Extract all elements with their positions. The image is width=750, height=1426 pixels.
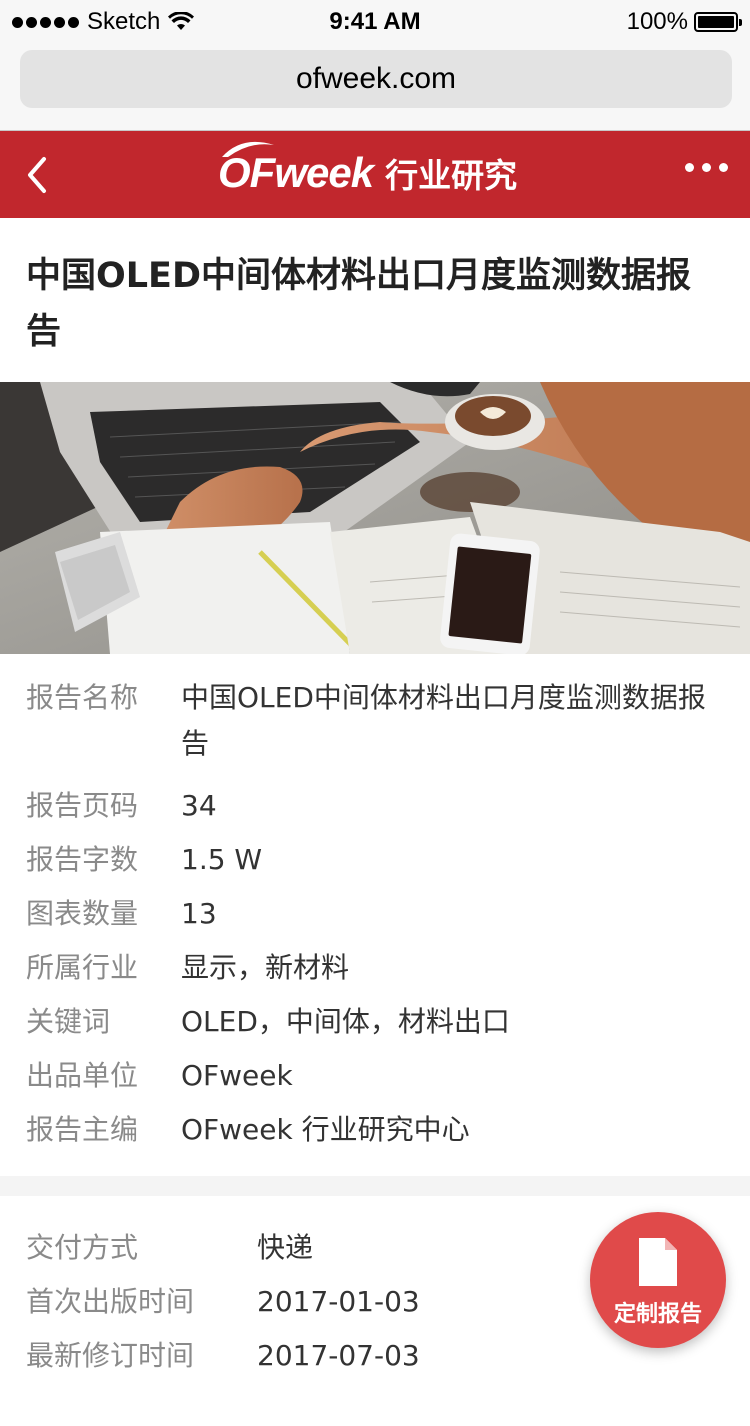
delivery-value: 2017-01-03	[257, 1285, 420, 1318]
battery-icon	[694, 12, 742, 32]
document-icon	[639, 1238, 677, 1286]
delivery-value: 2017-07-03	[257, 1339, 420, 1372]
info-label: 所属行业	[26, 951, 139, 984]
info-value: OLED，中间体，材料出口	[181, 1005, 510, 1038]
delivery-label: 首次出版时间	[26, 1285, 195, 1318]
report-info-list: 报告名称 中国OLED中间体材料出口月度监测数据报告 报告页码 34 报告字数 …	[0, 654, 750, 1176]
brand: OFweek 行业研究	[218, 141, 518, 197]
info-label: 报告页码	[26, 789, 139, 822]
info-label: 报告名称	[26, 681, 139, 714]
status-right: 100%	[626, 8, 742, 36]
delivery-value: 快递	[257, 1231, 314, 1264]
browser-address-area: ofweek.com	[0, 44, 750, 131]
page-title: 中国OLED中间体材料出口月度监测数据报告	[26, 256, 692, 352]
delivery-label: 交付方式	[26, 1231, 139, 1264]
custom-report-button[interactable]: 定制报告	[590, 1212, 726, 1348]
brand-subtitle: 行业研究	[385, 156, 518, 195]
hero-image	[0, 382, 750, 654]
info-label: 关键词	[26, 1005, 111, 1038]
info-label: 报告字数	[26, 843, 139, 876]
battery-percent: 100%	[626, 8, 688, 35]
brand-logo: OFweek	[218, 141, 374, 197]
info-value: 13	[181, 897, 217, 930]
section-divider	[0, 1176, 750, 1196]
address-text: ofweek.com	[295, 62, 457, 95]
info-label: 图表数量	[26, 897, 139, 930]
info-value: 中国OLED中间体材料出口月度监测数据报告	[181, 681, 706, 760]
info-label: 出品单位	[26, 1059, 139, 1092]
app-header: OFweek 行业研究	[0, 131, 750, 218]
chevron-left-icon[interactable]	[22, 155, 52, 195]
custom-report-label: 定制报告	[613, 1302, 702, 1327]
delivery-label: 最新修订时间	[26, 1339, 195, 1372]
info-row-name: 报告名称 中国OLED中间体材料出口月度监测数据报告	[26, 675, 726, 767]
status-bar: Sketch 9:41 AM 100%	[0, 0, 750, 44]
info-value: 1.5 W	[181, 843, 263, 876]
info-value: OFweek 行业研究中心	[181, 1113, 470, 1146]
laptop-desk-illustration	[0, 382, 750, 654]
address-bar[interactable]: ofweek.com	[20, 50, 732, 108]
more-horizontal-icon[interactable]	[685, 163, 728, 172]
info-value: OFweek	[181, 1059, 293, 1092]
info-label: 报告主编	[26, 1113, 139, 1146]
info-value: 显示，新材料	[181, 951, 350, 984]
logo-swoosh-icon	[222, 141, 274, 157]
info-value: 34	[181, 789, 217, 822]
